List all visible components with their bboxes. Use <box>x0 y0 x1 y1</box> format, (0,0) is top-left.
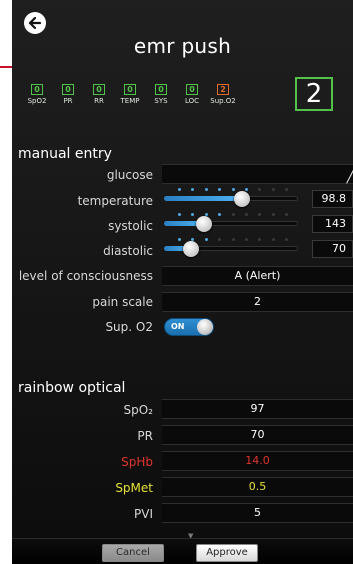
param-pr: 0 PR <box>57 84 79 105</box>
param-score: 0 <box>186 84 198 95</box>
parameter-score-list: 0 SpO2 0 PR 0 RR 0 TEMP 0 SYS 0 LOC 2 Sup.O2 <box>26 84 236 105</box>
pr-label: PR <box>137 429 153 443</box>
spmet-value: 0.5 <box>162 477 353 497</box>
slider-knob[interactable] <box>233 191 250 207</box>
page-title: emr push <box>133 34 232 58</box>
pencil-icon: ╱ <box>346 168 353 184</box>
manual-entry-title: manual entry <box>18 146 112 162</box>
rainbow-optical-title: rainbow optical <box>18 380 126 396</box>
total-score: 2 <box>295 77 333 111</box>
param-score: 0 <box>124 84 136 95</box>
spo2-value: 97 <box>162 399 353 419</box>
systolic-slider[interactable] <box>164 213 298 233</box>
pvi-label: PVI <box>134 507 153 521</box>
param-sup-o2: 2 Sup.O2 <box>210 84 236 105</box>
arrow-left-icon <box>28 16 42 30</box>
toggle-knob <box>197 319 213 335</box>
slider-knob[interactable] <box>182 241 199 257</box>
approve-button[interactable]: Approve <box>196 544 258 562</box>
spmet-label: SpMet <box>115 481 153 495</box>
device-screen: emr push 0 SpO2 0 PR 0 RR 0 TEMP 0 SYS 0 LOC 2… <box>12 0 353 564</box>
systolic-input[interactable]: 143 <box>312 215 353 233</box>
sphb-value: 14.0 <box>162 451 353 471</box>
temperature-slider[interactable] <box>164 188 298 208</box>
sphb-label: SpHb <box>121 455 153 469</box>
param-score: 0 <box>93 84 105 95</box>
param-label: RR <box>94 97 104 105</box>
pain-scale-label: pain scale <box>92 295 153 309</box>
sup-o2-label: Sup. O2 <box>105 320 153 334</box>
spo2-label: SpO₂ <box>123 403 154 417</box>
param-loc: 0 LOC <box>181 84 203 105</box>
loc-label: level of consciousness <box>18 269 153 283</box>
slider-fill <box>164 196 242 201</box>
param-score: 0 <box>62 84 74 95</box>
param-rr: 0 RR <box>88 84 110 105</box>
sup-o2-toggle[interactable]: ON <box>164 318 214 336</box>
param-spo2: 0 SpO2 <box>26 84 48 105</box>
temperature-input[interactable]: 98.8 <box>312 190 353 208</box>
param-sys: 0 SYS <box>150 84 172 105</box>
param-score: 2 <box>217 84 229 95</box>
diastolic-label: diastolic <box>103 244 153 258</box>
pr-value: 70 <box>162 425 353 445</box>
systolic-label: systolic <box>108 219 153 233</box>
param-label: PR <box>63 97 73 105</box>
param-label: SpO2 <box>27 97 47 105</box>
toggle-state: ON <box>171 322 185 331</box>
loc-select[interactable]: A (Alert) <box>162 266 353 286</box>
diastolic-input[interactable]: 70 <box>312 240 353 258</box>
param-label: TEMP <box>120 97 140 105</box>
pain-scale-select[interactable]: 2 <box>162 292 353 312</box>
glucose-label: glucose <box>106 168 153 182</box>
temperature-label: temperature <box>77 194 153 208</box>
glucose-field[interactable]: ╱ <box>162 164 353 184</box>
footer-bar: Cancel Approve <box>12 538 353 564</box>
param-score: 0 <box>155 84 167 95</box>
cancel-button[interactable]: Cancel <box>102 544 164 562</box>
param-label: SYS <box>154 97 168 105</box>
diastolic-slider[interactable] <box>164 238 298 258</box>
pvi-value: 5 <box>162 503 353 523</box>
param-label: LOC <box>184 97 200 105</box>
param-temp: 0 TEMP <box>119 84 141 105</box>
param-label: Sup.O2 <box>210 97 236 105</box>
param-score: 0 <box>31 84 43 95</box>
slider-knob[interactable] <box>196 216 213 232</box>
back-button[interactable] <box>24 12 46 34</box>
